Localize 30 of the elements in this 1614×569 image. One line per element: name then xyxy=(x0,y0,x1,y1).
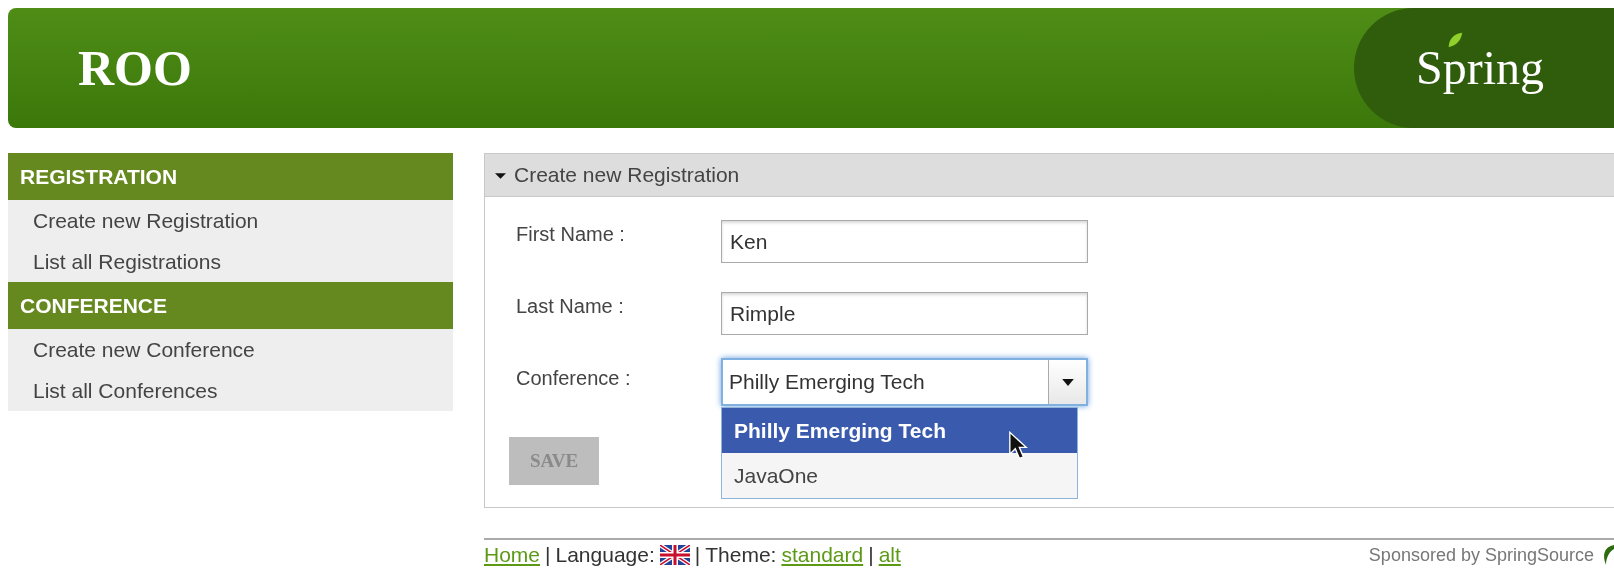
caret-icon xyxy=(1061,378,1074,386)
separator: | xyxy=(868,542,874,569)
uk-flag-icon[interactable] xyxy=(659,545,690,565)
footer-label: Theme: xyxy=(705,542,777,569)
panel-header[interactable]: Create new Registration xyxy=(485,154,1614,197)
sponsor-logo-icon xyxy=(1602,545,1614,565)
combo-input-field[interactable]: Philly Emerging Tech xyxy=(721,358,1048,406)
separator: | xyxy=(694,542,701,569)
leaf-icon xyxy=(1446,30,1464,50)
sidebar-item[interactable]: List all Registrations xyxy=(8,241,453,282)
sponsor-text: Sponsored by SpringSource xyxy=(1368,543,1594,567)
text-input-field[interactable]: Ken xyxy=(721,220,1088,263)
dropdown-button[interactable] xyxy=(1048,358,1088,406)
sidebar-section-header: CONFERENCE xyxy=(8,282,453,329)
sidebar-item[interactable]: Create new Conference xyxy=(8,329,453,370)
footer-label: Language: xyxy=(555,542,655,569)
mouse-pointer-icon xyxy=(1008,431,1028,461)
spring-logo: Spring xyxy=(1416,44,1544,92)
separator: | xyxy=(545,542,551,569)
dropdown-option[interactable]: JavaOne xyxy=(722,453,1077,498)
roo-logo: ROO xyxy=(78,43,192,93)
text-input-field[interactable]: Rimple xyxy=(721,292,1088,335)
sidebar-section-header: REGISTRATION xyxy=(8,153,453,200)
sidebar-item[interactable]: Create new Registration xyxy=(8,200,453,241)
dropdown-option[interactable]: Philly Emerging Tech xyxy=(722,408,1077,453)
field-label: Last Name : xyxy=(516,294,625,319)
field-label: Conference : xyxy=(516,366,632,391)
panel-title: Create new Registration xyxy=(514,162,740,189)
field-label: First Name : xyxy=(516,222,626,247)
sidebar-item[interactable]: List all Conferences xyxy=(8,370,453,411)
